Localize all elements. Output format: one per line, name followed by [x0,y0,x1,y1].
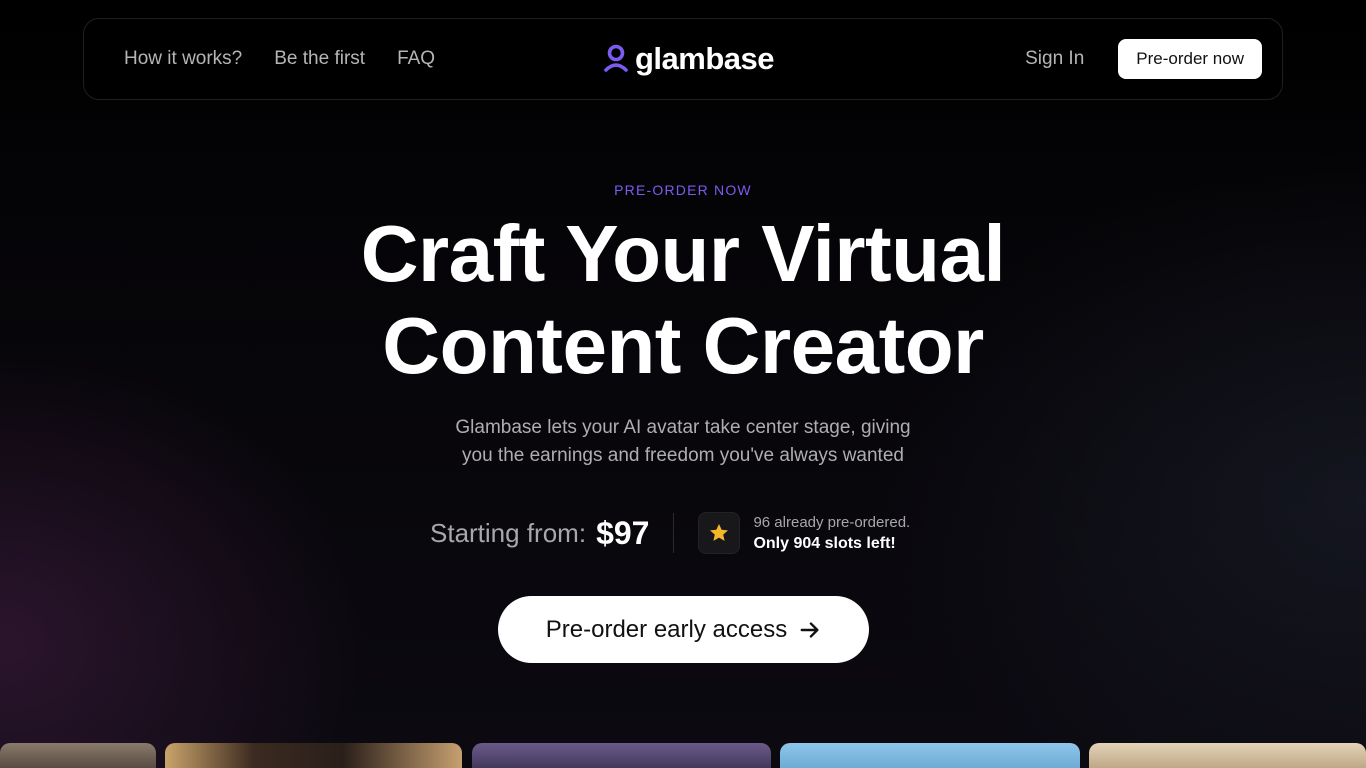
gallery-image-4[interactable] [780,743,1080,768]
gallery-image-3[interactable] [472,743,771,768]
hero-subtext-line2: you the earnings and freedom you've alwa… [462,445,904,466]
brand-logo[interactable]: glambase [603,41,775,77]
gallery-image-2[interactable] [165,743,462,768]
cta-label: Pre-order early access [545,615,788,643]
slots-info: 96 already pre-ordered. Only 904 slots l… [753,514,910,553]
hero-headline-line2: Content Creator [382,301,984,390]
price-value: $97 [596,514,650,551]
preorder-early-access-button[interactable]: Pre-order early access [498,596,869,663]
hero-headline: Craft Your Virtual Content Creator [0,208,1366,392]
top-navbar: How it works? Be the first FAQ glambase … [83,18,1283,100]
preordered-count: 96 already pre-ordered. [753,513,911,531]
nav-link-be-the-first[interactable]: Be the first [274,48,365,70]
star-icon [710,524,729,541]
star-badge [698,512,741,554]
hero-eyebrow: PRE-ORDER NOW [614,182,752,198]
pricing-divider [673,513,675,553]
pricing-row: Starting from: $97 96 already pre-ordere… [430,510,910,556]
slots-left: Only 904 slots left! [753,534,896,552]
nav-links: How it works? Be the first FAQ [124,19,435,99]
sign-in-link[interactable]: Sign In [1025,48,1084,70]
arrow-right-icon [800,621,819,638]
hero-subtext: Glambase lets your AI avatar take center… [433,414,933,470]
nav-link-how-it-works[interactable]: How it works? [124,48,242,70]
nav-actions: Sign In Pre-order now [1025,19,1262,99]
hero-headline-line1: Craft Your Virtual [360,209,1006,298]
gallery-image-1[interactable] [0,743,156,768]
preorder-now-button[interactable]: Pre-order now [1118,39,1262,79]
hero-subtext-line1: Glambase lets your AI avatar take center… [455,417,911,438]
price-label: Starting from: [430,517,587,548]
page: How it works? Be the first FAQ glambase … [0,0,1366,768]
logo-text: glambase [635,41,775,76]
gallery-image-5[interactable] [1089,743,1366,768]
logo-person-icon [604,44,628,72]
nav-link-faq[interactable]: FAQ [397,48,435,70]
